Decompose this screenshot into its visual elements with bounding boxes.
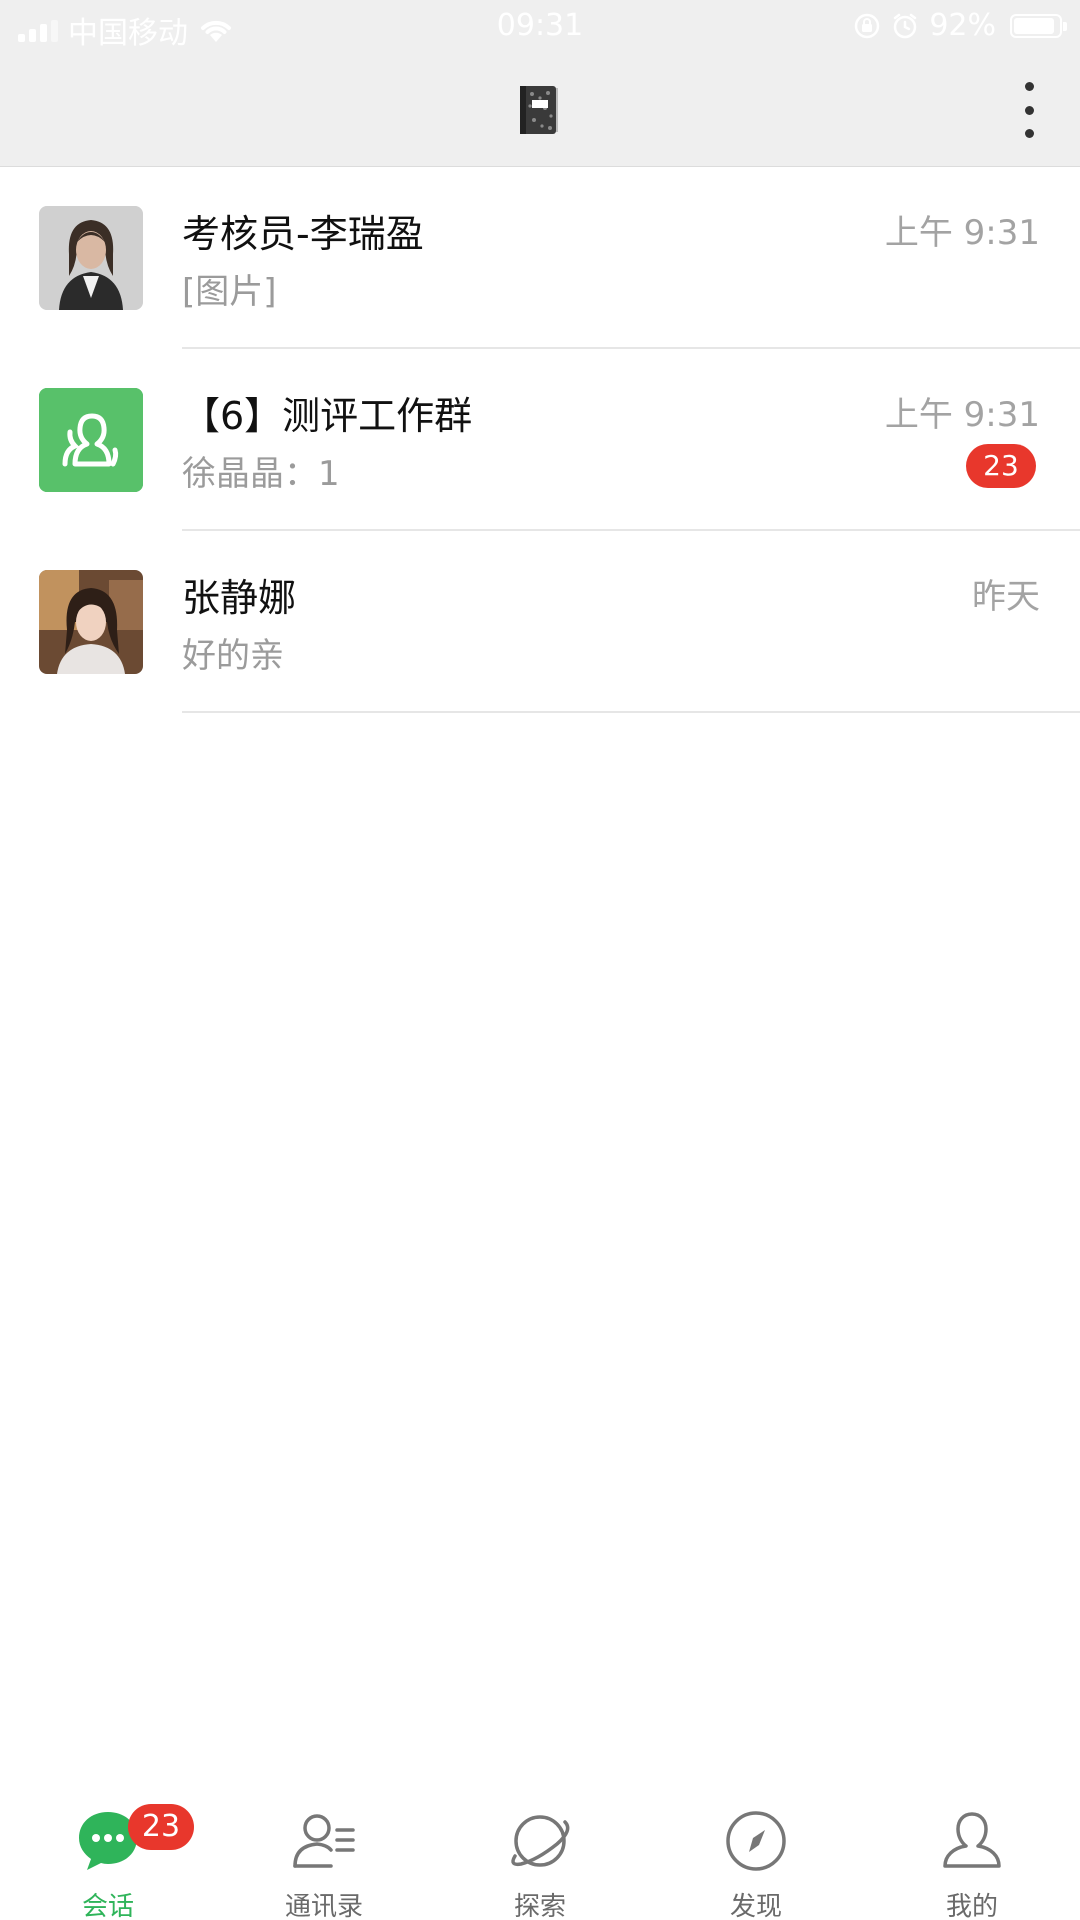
status-right: 92% (853, 8, 1067, 43)
conversation-list: 考核员-李瑞盈 [图片] 上午 9:31 【6】测评工作群 徐晶晶：1 上午 9… (0, 167, 1080, 713)
top-bar (0, 54, 1080, 167)
conversation-title: 【6】测评工作群 (182, 394, 473, 438)
conversation-preview: 徐晶晶：1 (182, 454, 340, 494)
conversation-time: 昨天 (972, 577, 1040, 617)
unread-badge: 23 (966, 444, 1036, 488)
tab-conversations[interactable]: 23 会话 (0, 1790, 216, 1920)
more-menu-button[interactable] (1014, 82, 1044, 138)
conversation-title: 张静娜 (182, 576, 297, 620)
conversation-time: 上午 9:31 (884, 395, 1040, 435)
battery-level-fill (1014, 17, 1054, 34)
group-icon (39, 388, 143, 492)
tab-discover[interactable]: 发现 (648, 1790, 864, 1920)
planet-icon (507, 1808, 573, 1874)
contact-avatar (39, 206, 143, 310)
bottom-tab-bar: 23 会话 通讯录 探索 发现 我的 (0, 1790, 1080, 1920)
conversation-item[interactable]: 【6】测评工作群 徐晶晶：1 上午 9:31 23 (0, 349, 1080, 531)
group-avatar (39, 388, 143, 492)
conversation-item[interactable]: 张静娜 好的亲 昨天 (0, 531, 1080, 713)
conversation-item[interactable]: 考核员-李瑞盈 [图片] 上午 9:31 (0, 167, 1080, 349)
tab-label: 发现 (729, 1892, 782, 1920)
notebook-icon (518, 84, 560, 136)
contacts-icon (291, 1808, 357, 1874)
tab-unread-badge: 23 (128, 1804, 194, 1850)
tab-label: 会话 (81, 1892, 134, 1920)
more-vertical-icon-dot (1024, 105, 1034, 115)
conversation-preview: [图片] (182, 272, 277, 312)
rotation-lock-icon (853, 12, 881, 40)
compass-icon (723, 1808, 789, 1874)
alarm-icon (891, 12, 919, 40)
conversation-title: 考核员-李瑞盈 (182, 212, 424, 256)
divider (182, 711, 1080, 713)
tab-contacts[interactable]: 通讯录 (216, 1790, 432, 1920)
status-bar: 中国移动 09:31 92% (0, 0, 1080, 54)
more-vertical-icon-dot (1024, 82, 1034, 91)
tab-label: 探索 (513, 1892, 566, 1920)
conversation-preview: 好的亲 (182, 636, 284, 676)
tab-label: 我的 (945, 1892, 998, 1920)
battery-percent: 92% (929, 8, 996, 43)
conversation-time: 上午 9:31 (884, 213, 1040, 253)
contact-avatar (39, 570, 143, 674)
battery-icon (1010, 13, 1067, 38)
tab-explore[interactable]: 探索 (432, 1790, 648, 1920)
tab-me[interactable]: 我的 (864, 1790, 1080, 1920)
tab-label: 通讯录 (284, 1892, 363, 1920)
more-vertical-icon-dot (1024, 129, 1034, 138)
app-screen: 中国移动 09:31 92% 考核员-李瑞盈 [图片] 上午 9:31 【6】测… (0, 0, 1080, 1920)
person-icon (939, 1808, 1005, 1874)
